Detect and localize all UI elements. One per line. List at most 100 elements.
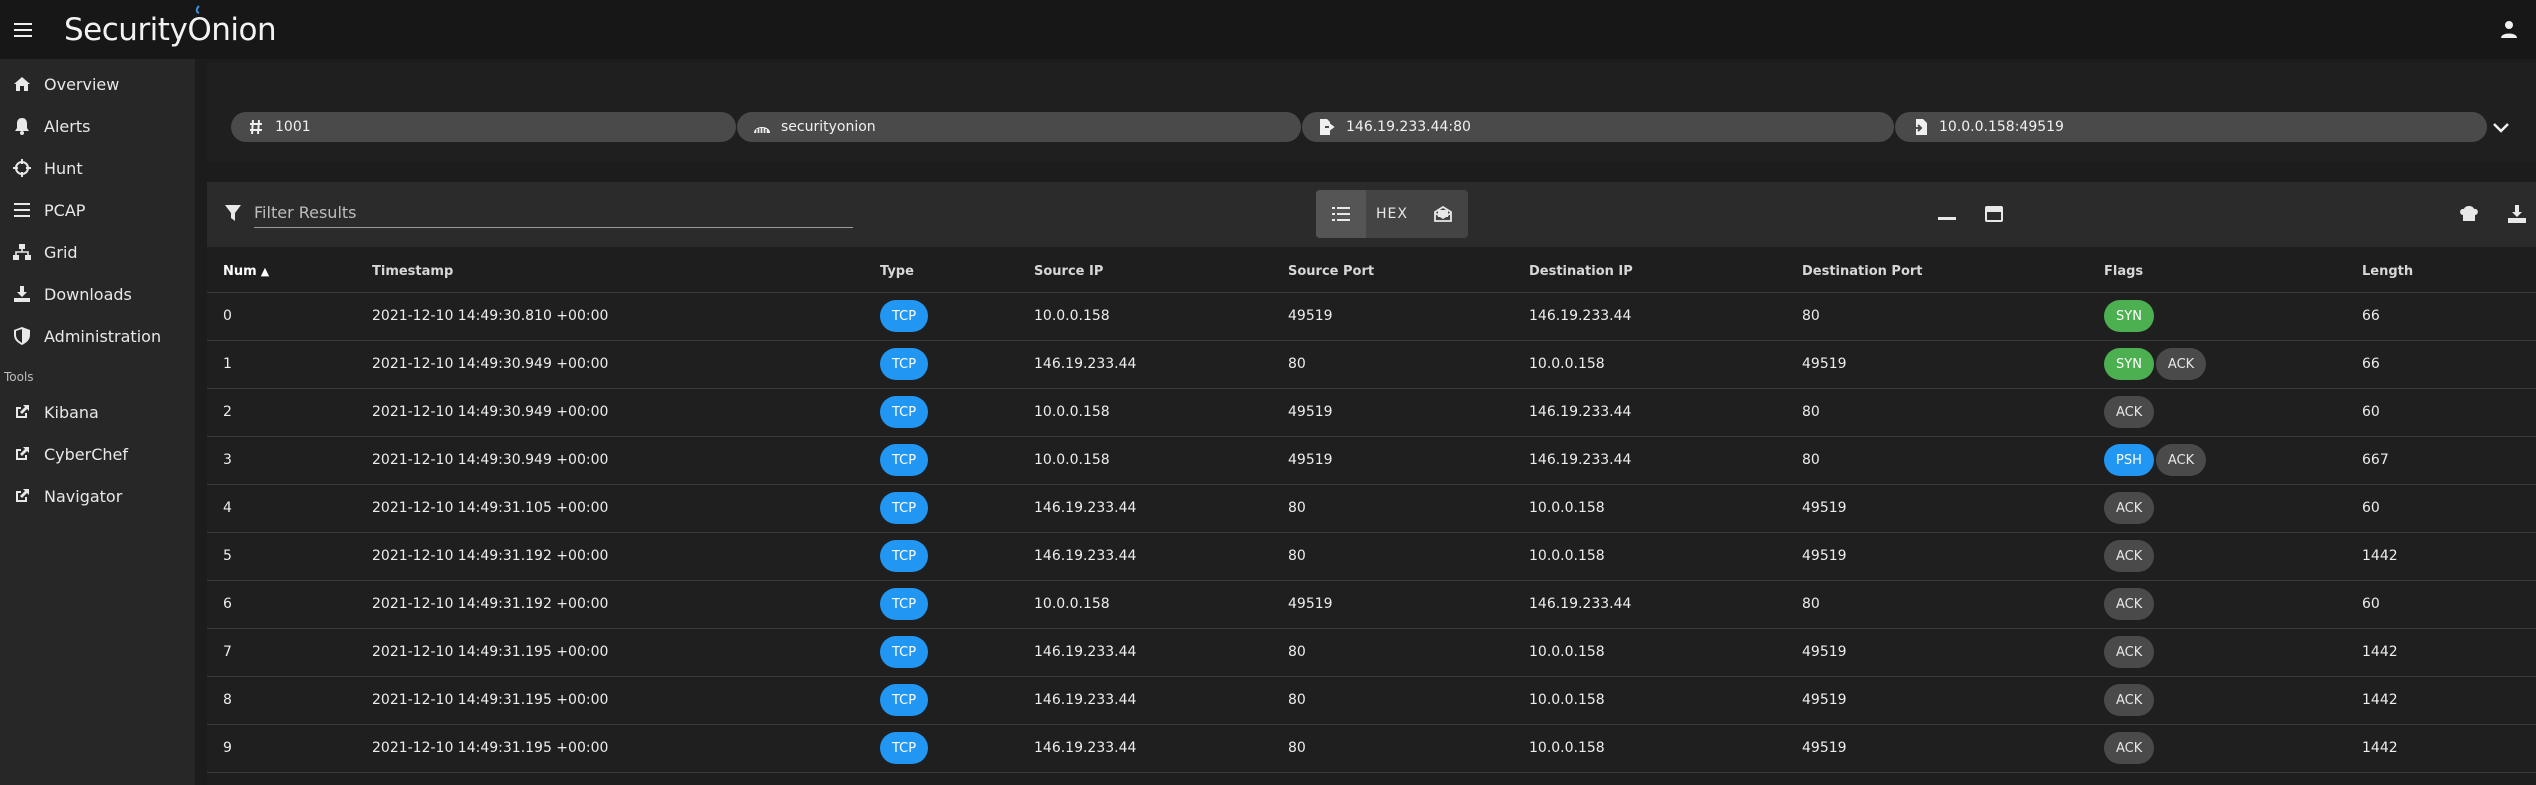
chip-destination[interactable]: 10.0.0.158:49519 bbox=[1895, 112, 2487, 142]
chef-hat-icon bbox=[2460, 206, 2478, 221]
cell-destination-port: 80 bbox=[1786, 388, 2088, 437]
cell-flags: ACK bbox=[2088, 388, 2346, 437]
cell-source-ip: 10.0.0.158 bbox=[1018, 292, 1272, 341]
sidebar-item-administration[interactable]: Administration bbox=[0, 315, 195, 357]
sidebar-item-cyberchef[interactable]: CyberChef bbox=[0, 433, 195, 475]
cell-length: 60 bbox=[2346, 388, 2536, 437]
cell-timestamp: 2021-12-10 14:49:30.810 +00:00 bbox=[356, 292, 864, 341]
flag-badge-ack: ACK bbox=[2104, 732, 2155, 764]
expand-chips-button[interactable] bbox=[2488, 115, 2514, 141]
sidebar-item-navigator[interactable]: Navigator bbox=[0, 475, 195, 517]
table-row[interactable]: 4 2021-12-10 14:49:31.105 +00:00 TCP 146.19… bbox=[207, 484, 2536, 533]
cell-type: TCP bbox=[864, 388, 1018, 437]
pcap-filter-chips: 1001 securityonion 146.19.233.44:80 10.0… bbox=[207, 62, 2536, 162]
security-onion-logo[interactable]: Security O nion bbox=[64, 4, 277, 48]
cell-destination-port: 80 bbox=[1786, 436, 2088, 485]
table-row[interactable]: 2 2021-12-10 14:49:30.949 +00:00 TCP 10.0.0… bbox=[207, 388, 2536, 437]
table-row[interactable]: 9 2021-12-10 14:49:31.195 +00:00 TCP 146.19… bbox=[207, 724, 2536, 773]
cell-type: TCP bbox=[864, 292, 1018, 341]
cell-timestamp: 2021-12-10 14:49:30.949 +00:00 bbox=[356, 388, 864, 437]
cell-destination-ip: 10.0.0.158 bbox=[1513, 676, 1786, 725]
filter-results-input[interactable] bbox=[254, 198, 853, 228]
hash-icon bbox=[247, 118, 265, 136]
collapse-all-button[interactable] bbox=[1935, 202, 1959, 226]
cell-flags: SYN bbox=[2088, 292, 2346, 341]
cell-destination-port: 49519 bbox=[1786, 724, 2088, 773]
sidebar-item-label: Grid bbox=[44, 242, 78, 262]
cell-flags: SYN ACK bbox=[2088, 340, 2346, 389]
table-row[interactable]: 6 2021-12-10 14:49:31.192 +00:00 TCP 10.0.0… bbox=[207, 580, 2536, 629]
column-header-num[interactable]: Num ▲ bbox=[207, 252, 356, 293]
top-app-bar: Security O nion bbox=[0, 0, 2536, 59]
column-header-destination-ip[interactable]: Destination IP bbox=[1513, 252, 1786, 293]
chip-source[interactable]: 146.19.233.44:80 bbox=[1302, 112, 1894, 142]
column-header-flags[interactable]: Flags bbox=[2088, 252, 2346, 293]
tools-section-heading: Tools bbox=[4, 370, 34, 384]
cell-num: 9 bbox=[207, 724, 356, 773]
chip-label: 1001 bbox=[275, 119, 311, 135]
file-import-icon bbox=[1911, 118, 1929, 136]
hex-view-button[interactable]: HEX bbox=[1366, 190, 1418, 238]
sidebar-item-label: Administration bbox=[44, 326, 162, 346]
sidebar-item-overview[interactable]: Overview bbox=[0, 63, 195, 105]
sidebar-item-grid[interactable]: Grid bbox=[0, 231, 195, 273]
hamburger-icon bbox=[14, 22, 32, 37]
sidebar-item-kibana[interactable]: Kibana bbox=[0, 391, 195, 433]
chip-label: 146.19.233.44:80 bbox=[1346, 119, 1471, 135]
cell-destination-ip: 10.0.0.158 bbox=[1513, 532, 1786, 581]
chip-label: 10.0.0.158:49519 bbox=[1939, 119, 2064, 135]
column-header-timestamp[interactable]: Timestamp bbox=[356, 252, 864, 293]
table-row[interactable]: 8 2021-12-10 14:49:31.195 +00:00 TCP 146.19… bbox=[207, 676, 2536, 725]
table-row[interactable]: 7 2021-12-10 14:49:31.195 +00:00 TCP 146.19… bbox=[207, 628, 2536, 677]
cell-length: 1442 bbox=[2346, 628, 2536, 677]
protocol-badge: TCP bbox=[880, 444, 929, 476]
cell-timestamp: 2021-12-10 14:49:31.192 +00:00 bbox=[356, 580, 864, 629]
minus-icon bbox=[1938, 217, 1956, 220]
cell-destination-ip: 146.19.233.44 bbox=[1513, 292, 1786, 341]
sidebar-item-label: PCAP bbox=[44, 200, 86, 220]
logo-text-security: Security bbox=[64, 11, 188, 48]
sidebar-item-hunt[interactable]: Hunt bbox=[0, 147, 195, 189]
chip-label: securityonion bbox=[781, 119, 876, 135]
column-header-source-ip[interactable]: Source IP bbox=[1018, 252, 1272, 293]
logo-onion-o: O bbox=[187, 4, 212, 48]
expand-all-button[interactable] bbox=[1982, 202, 2006, 226]
cell-source-port: 80 bbox=[1272, 340, 1513, 389]
cell-destination-ip: 10.0.0.158 bbox=[1513, 340, 1786, 389]
table-row[interactable]: 1 2021-12-10 14:49:30.949 +00:00 TCP 146.19… bbox=[207, 340, 2536, 389]
column-header-destination-port[interactable]: Destination Port bbox=[1786, 252, 2088, 293]
chip-sensor[interactable]: securityonion bbox=[737, 112, 1301, 142]
external-link-icon bbox=[10, 484, 34, 508]
cell-source-ip: 146.19.233.44 bbox=[1018, 484, 1272, 533]
logo-text-nion: nion bbox=[211, 11, 277, 48]
cell-type: TCP bbox=[864, 676, 1018, 725]
cell-source-port: 80 bbox=[1272, 484, 1513, 533]
flag-badge-ack: ACK bbox=[2155, 444, 2207, 476]
chip-job-id[interactable]: 1001 bbox=[231, 112, 736, 142]
cell-destination-port: 49519 bbox=[1786, 340, 2088, 389]
cell-timestamp: 2021-12-10 14:49:31.195 +00:00 bbox=[356, 676, 864, 725]
table-row[interactable]: 0 2021-12-10 14:49:30.810 +00:00 TCP 10.0.0… bbox=[207, 292, 2536, 341]
list-view-button[interactable] bbox=[1316, 190, 1366, 238]
cell-source-port: 80 bbox=[1272, 724, 1513, 773]
menu-button[interactable] bbox=[0, 0, 46, 59]
cell-length: 1442 bbox=[2346, 724, 2536, 773]
cell-timestamp: 2021-12-10 14:49:31.195 +00:00 bbox=[356, 628, 864, 677]
sidebar-item-downloads[interactable]: Downloads bbox=[0, 273, 195, 315]
cell-type: TCP bbox=[864, 628, 1018, 677]
cell-type: TCP bbox=[864, 340, 1018, 389]
download-pcap-button[interactable] bbox=[2505, 202, 2529, 226]
column-header-source-port[interactable]: Source Port bbox=[1272, 252, 1513, 293]
sidebar-item-pcap[interactable]: PCAP bbox=[0, 189, 195, 231]
cell-destination-port: 49519 bbox=[1786, 628, 2088, 677]
unwrap-view-button[interactable] bbox=[1418, 190, 1468, 238]
column-header-length[interactable]: Length bbox=[2346, 252, 2536, 293]
table-row[interactable]: 3 2021-12-10 14:49:30.949 +00:00 TCP 10.0.0… bbox=[207, 436, 2536, 485]
view-mode-toggle: HEX bbox=[1316, 190, 1468, 238]
sidebar-item-alerts[interactable]: Alerts bbox=[0, 105, 195, 147]
cell-source-ip: 10.0.0.158 bbox=[1018, 388, 1272, 437]
column-header-type[interactable]: Type bbox=[864, 252, 1018, 293]
table-row[interactable]: 5 2021-12-10 14:49:31.192 +00:00 TCP 146.19… bbox=[207, 532, 2536, 581]
open-cyberchef-button[interactable] bbox=[2457, 202, 2481, 226]
user-menu-button[interactable] bbox=[2494, 14, 2524, 44]
